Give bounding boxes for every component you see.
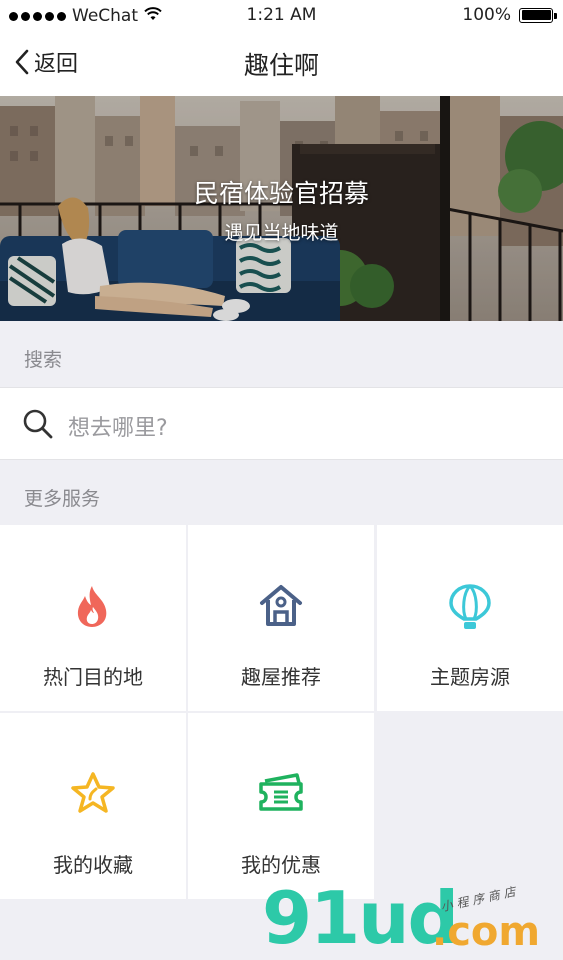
search-placeholder: 想去哪里? [68,416,168,441]
service-my-favorites[interactable]: 我的收藏 [0,713,186,899]
service-recommended-homes[interactable]: 趣屋推荐 [188,525,374,711]
watermark-tld: .com [432,909,541,955]
search-section-label: 搜索 [24,349,63,371]
search-icon [22,408,54,444]
watermark-brand: 91ud [262,876,459,960]
banner-title: 民宿体验官招募 [193,179,369,208]
service-label: 热门目的地 [43,665,143,689]
house-icon [188,583,374,627]
service-label: 我的优惠 [241,853,321,877]
star-icon [0,771,186,815]
page-title: 趣住啊 [243,51,319,80]
service-hot-destinations[interactable]: 热门目的地 [0,525,186,711]
watermark-logo: 91ud .com 小程序商店 [262,882,552,958]
search-input[interactable]: 想去哪里? [0,387,563,460]
promo-banner[interactable]: 民宿体验官招募 遇见当地味道 [0,96,563,321]
ticket-icon [188,771,374,813]
banner-subtitle: 遇见当地味道 [224,222,339,244]
status-bar: WeChat 1:21 AM 100% [0,0,563,32]
status-right: 100% [462,5,557,25]
service-label: 趣屋推荐 [241,665,321,689]
service-label: 我的收藏 [53,853,133,877]
battery-icon [519,7,557,23]
services-section-label: 更多服务 [24,488,101,510]
flame-icon [0,583,186,629]
service-themed-listings[interactable]: 主题房源 [377,525,563,711]
service-label: 主题房源 [430,665,510,689]
battery-percent: 100% [462,5,511,25]
navigation-bar: 返回 趣住啊 [0,32,563,96]
hot-air-balloon-icon [377,583,563,631]
services-grid: 热门目的地 趣屋推荐 主题房源 我的收藏 我的优惠 [0,525,563,899]
service-my-coupons[interactable]: 我的优惠 [188,713,374,899]
